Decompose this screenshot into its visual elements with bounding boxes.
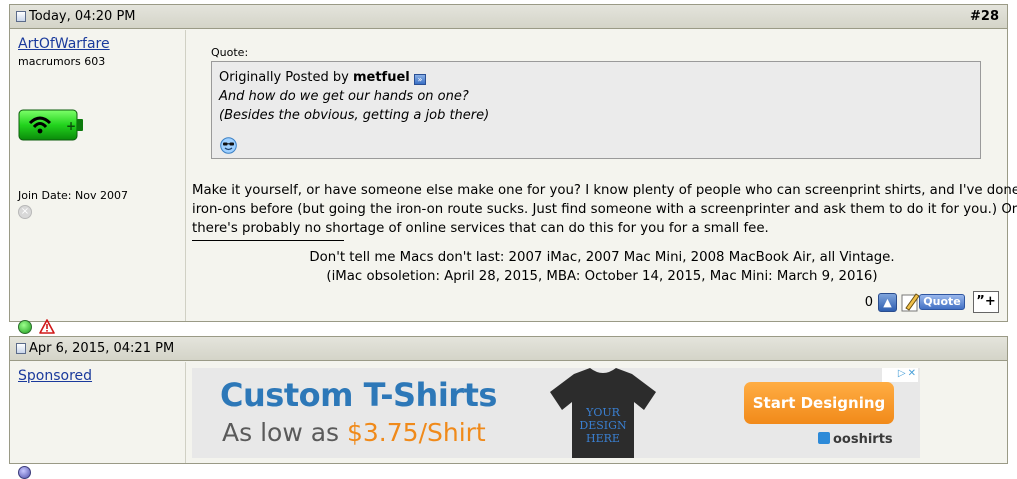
wifi-battery-avatar-icon: + [18,109,83,141]
ad-banner[interactable]: ▷ ✕ Custom T-Shirts As low as $3.75/Shirt… [192,368,920,458]
thumbs-up-icon[interactable]: ▲ [878,292,897,312]
join-date: Join Date: Nov 2007 [18,189,128,202]
start-designing-button[interactable]: Start Designing [744,382,894,424]
quote-line-1: And how do we get our hands on one? [219,89,469,104]
ooshirts-logo-icon [818,432,830,444]
post-message: Make it yourself, or have someone else m… [192,183,1017,236]
signature-line-2: (iMac obsoletion: April 28, 2015, MBA: O… [326,269,878,284]
quote-button-label: Quote [919,294,965,310]
multiquote-icon[interactable]: ”+ [973,291,999,313]
quote-author: metfuel [352,70,410,85]
quote-button[interactable]: Quote [901,291,969,313]
post-number[interactable]: #28 [970,9,999,24]
tshirt-image: YOUR DESIGN HERE [550,368,656,458]
sponsored-link[interactable]: Sponsored [18,368,92,384]
status-dot-icon [18,466,31,479]
online-status-icon [18,320,32,334]
message-column: Quote: Originally Posted by metfuel » An… [187,30,1017,321]
quote-label: Quote: [211,46,249,59]
shirt-text-1: YOUR [585,406,621,419]
username-link[interactable]: ArtOfWarfare [18,36,110,52]
post-date: Today, 04:20 PM [29,9,136,24]
adchoices-icon[interactable]: ▷ ✕ [882,368,918,382]
ad-headline: Custom T-Shirts [220,376,497,414]
user-info-column: ArtOfWarfare macrumors 603 + Join Date: … [10,30,186,334]
post-28: Today, 04:20 PM #28 ArtOfWarfare macrumo… [9,4,1017,334]
signature-divider [192,240,344,241]
ad-price: $3.75/Shirt [347,418,486,447]
post-date: Apr 6, 2015, 04:21 PM [29,341,175,356]
user-info-column: Sponsored [10,362,186,479]
post-header: Today, 04:20 PM #28 [10,5,1007,29]
quote-pen-icon [901,293,920,312]
ad-brand: ooshirts [818,432,893,447]
user-status-icon: × [18,205,32,219]
document-icon [16,11,26,22]
report-warning-icon[interactable] [39,319,55,334]
quote-intro: Originally Posted by [219,70,349,85]
cool-smiley-icon [220,137,237,154]
svg-text:+: + [66,119,76,133]
post-footer-actions: 0 ▲ Quote ”+ [865,291,999,313]
post-number-link[interactable]: #28 [970,9,999,24]
quote-box: Originally Posted by metfuel » And how d… [211,61,981,159]
view-post-icon[interactable]: » [413,74,426,85]
sponsored-post: Apr 6, 2015, 04:21 PM Sponsored ▷ ✕ Custo… [9,336,1008,479]
quote-line-2: (Besides the obvious, getting a job ther… [219,108,490,123]
user-title: macrumors 603 [18,55,106,68]
post-header: Apr 6, 2015, 04:21 PM [10,337,1007,361]
shirt-text-3: HERE [586,432,620,445]
document-icon [16,343,26,354]
shirt-text-2: DESIGN [579,419,627,432]
signature-line-1: Don't tell me Macs don't last: 2007 iMac… [309,250,895,265]
ad-subheadline: As low as $3.75/Shirt [222,418,486,447]
reputation-count: 0 [864,294,873,310]
ad-column: ▷ ✕ Custom T-Shirts As low as $3.75/Shirt… [187,362,1007,463]
quote-attribution: Originally Posted by metfuel » [219,68,973,87]
